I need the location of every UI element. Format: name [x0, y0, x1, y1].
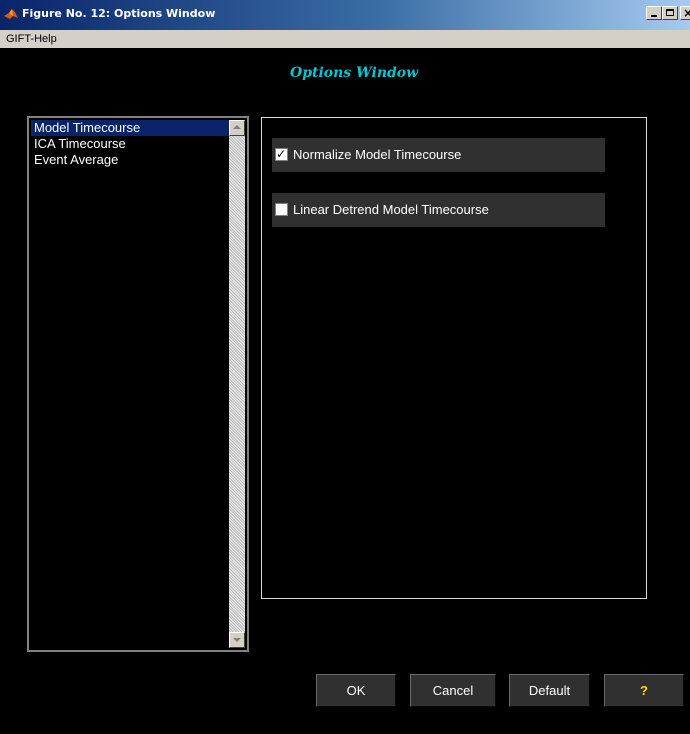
- title-bar[interactable]: Figure No. 12: Options Window ×: [0, 0, 690, 30]
- checkbox-label: Linear Detrend Model Timecourse: [293, 202, 489, 217]
- list-item-event-average[interactable]: Event Average: [31, 152, 229, 168]
- minimize-button[interactable]: [646, 6, 662, 20]
- checkbox-box[interactable]: [275, 203, 288, 216]
- matlab-logo-icon: [4, 9, 18, 19]
- linear-detrend-model-timecourse-checkbox[interactable]: Linear Detrend Model Timecourse: [272, 193, 605, 227]
- list-item-model-timecourse[interactable]: Model Timecourse: [31, 120, 229, 136]
- options-panel-frame: [261, 117, 647, 599]
- ok-button[interactable]: OK: [316, 674, 396, 707]
- arrow-up-icon: [233, 125, 241, 129]
- arrow-down-icon: [233, 638, 241, 642]
- maximize-icon: [666, 9, 674, 16]
- list-item-ica-timecourse[interactable]: ICA Timecourse: [31, 136, 229, 152]
- option-category-listbox[interactable]: Model Timecourse ICA Timecourse Event Av…: [27, 116, 249, 652]
- menu-gift-help[interactable]: GIFT-Help: [6, 31, 57, 47]
- checkmark-icon: ✓: [276, 147, 287, 161]
- figure-left-edge: [0, 48, 8, 734]
- page-title: Options Window: [290, 65, 419, 81]
- maximize-button[interactable]: [662, 6, 678, 20]
- checkbox-label: Normalize Model Timecourse: [293, 147, 462, 162]
- checkbox-box[interactable]: ✓: [275, 147, 288, 161]
- minimize-icon: [651, 15, 657, 17]
- scroll-down-button[interactable]: [229, 632, 245, 648]
- list-items: Model Timecourse ICA Timecourse Event Av…: [31, 120, 229, 168]
- close-icon: ×: [683, 6, 690, 20]
- help-button[interactable]: ?: [604, 674, 684, 707]
- normalize-model-timecourse-checkbox[interactable]: ✓ Normalize Model Timecourse: [272, 138, 605, 172]
- listbox-scrollbar[interactable]: [229, 120, 245, 648]
- menu-bar: GIFT-Help: [0, 30, 690, 48]
- window-title: Figure No. 12: Options Window: [22, 7, 216, 20]
- cancel-button[interactable]: Cancel: [410, 674, 496, 707]
- scroll-up-button[interactable]: [229, 120, 245, 136]
- default-button[interactable]: Default: [509, 674, 590, 707]
- close-button[interactable]: ×: [680, 6, 690, 20]
